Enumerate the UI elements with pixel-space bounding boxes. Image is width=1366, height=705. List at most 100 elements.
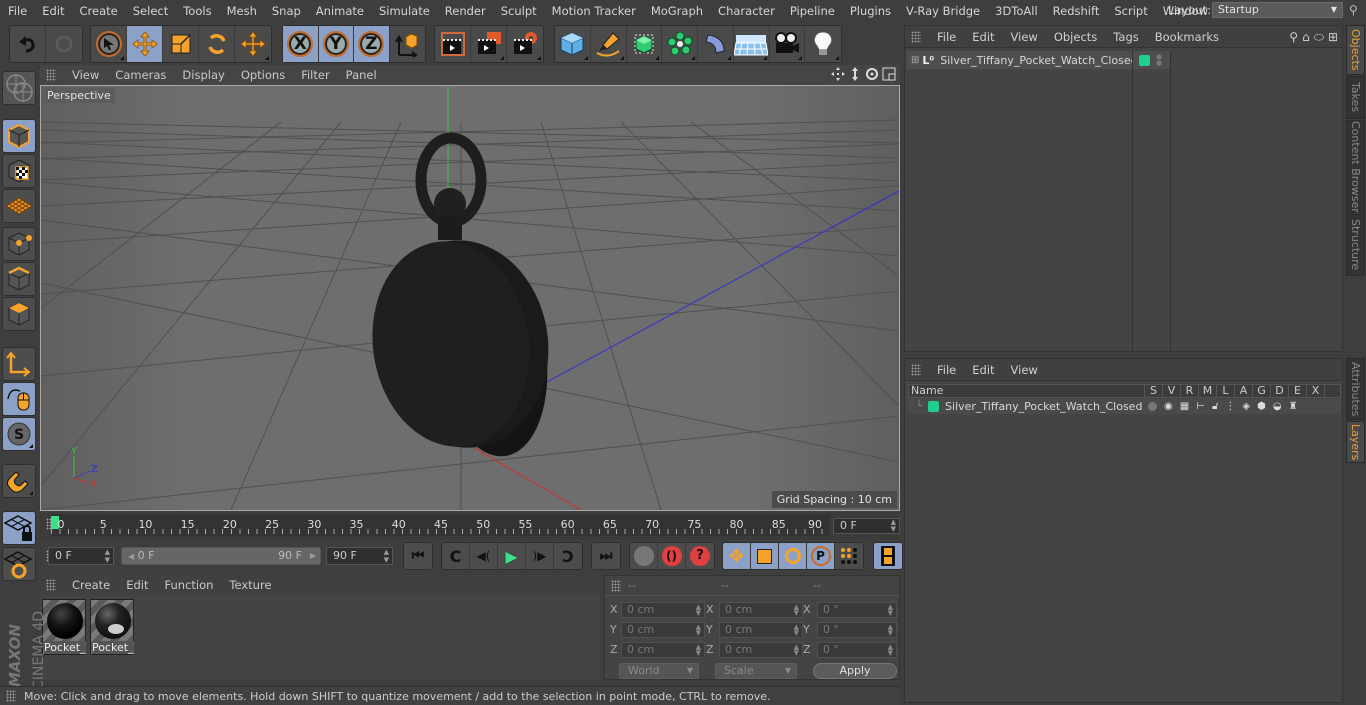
rotate-button[interactable] (199, 26, 235, 62)
status-grip-icon[interactable] (6, 690, 16, 702)
cube-button[interactable] (555, 26, 591, 62)
polygons-mode-button[interactable] (2, 297, 36, 331)
size-z-field[interactable]: 0 cm ▲ ▼ (719, 642, 803, 658)
workplane-mode-button[interactable] (2, 189, 36, 223)
tab-layers[interactable]: Layers (1346, 421, 1365, 463)
objects-menu-tags[interactable]: Tags (1105, 30, 1146, 44)
viewport-menu-cameras[interactable]: Cameras (107, 68, 174, 82)
xref-icon[interactable]: ♜ (1289, 401, 1298, 412)
z-axis-lock-button[interactable]: Z (354, 26, 390, 62)
column-expressions[interactable]: E (1289, 385, 1307, 397)
column-render[interactable]: R (1181, 385, 1199, 397)
menu-tools[interactable]: Tools (175, 0, 218, 22)
spinner-icon[interactable]: ▲ ▼ (794, 644, 799, 657)
transform-mode-dropdown[interactable]: Scale ▼ (715, 663, 797, 679)
viewport-menu-view[interactable]: View (64, 68, 107, 82)
layers-grip-icon[interactable] (911, 363, 921, 376)
axis-mode-button[interactable] (2, 347, 36, 381)
objects-grip-icon[interactable] (911, 30, 921, 43)
position-x-field[interactable]: 0 cm ▲ ▼ (621, 602, 705, 618)
search-icon[interactable]: ⚲ (1349, 3, 1358, 17)
spinner-icon[interactable]: ▲ ▼ (888, 624, 893, 637)
rotation-z-field[interactable]: 0 ° ▲ ▼ (817, 642, 897, 658)
scale-button[interactable] (163, 26, 199, 62)
object-row[interactable]: ⊞ L⁰ Silver_Tiffany_Pocket_Watch_Closed (907, 51, 1138, 69)
rotate-view-icon[interactable] (865, 67, 879, 81)
coordinate-mode-dropdown[interactable]: World ▼ (619, 663, 699, 679)
expand-icon[interactable]: ⊞ (911, 55, 919, 66)
menu-mesh[interactable]: Mesh (219, 0, 264, 22)
column-xref[interactable]: X (1307, 385, 1325, 397)
texture-mode-button[interactable] (2, 154, 36, 188)
cloner-button[interactable] (662, 26, 698, 62)
layer-name[interactable]: Silver_Tiffany_Pocket_Watch_Closed (945, 400, 1148, 413)
coordinates-grip-icon[interactable] (611, 579, 621, 592)
column-locked[interactable]: L (1217, 385, 1235, 397)
render-settings-button[interactable] (507, 26, 543, 62)
solo-toggle-icon[interactable] (1148, 402, 1158, 411)
next-key-button[interactable]: Ɔ (554, 543, 582, 569)
menu-file[interactable]: File (0, 0, 34, 22)
range-right-arrow-icon[interactable]: ▶ (310, 548, 316, 564)
objects-menu-view[interactable]: View (1003, 30, 1046, 44)
render-clapper-icon[interactable]: ▦ (1180, 401, 1189, 412)
view-eye-icon[interactable]: ◉ (1164, 401, 1173, 412)
workplane-lock-button[interactable] (2, 511, 36, 545)
live-selection-button[interactable] (91, 26, 127, 62)
menu-create[interactable]: Create (72, 0, 125, 22)
go-to-end-button[interactable]: ⏭ (592, 543, 620, 569)
size-x-field[interactable]: 0 cm ▲ ▼ (719, 602, 803, 618)
coordinate-system-button[interactable] (390, 26, 425, 62)
object-name[interactable]: Silver_Tiffany_Pocket_Watch_Closed (940, 54, 1137, 67)
workplane-rotate-button[interactable] (2, 547, 36, 581)
viewport-menu-filter[interactable]: Filter (293, 68, 337, 82)
column-name[interactable]: Name (909, 385, 1145, 397)
layout-dropdown[interactable]: Startup ▼ (1212, 2, 1343, 18)
menu-motion-tracker[interactable]: Motion Tracker (544, 0, 643, 22)
toggle-layout-icon[interactable] (882, 67, 896, 81)
material-item[interactable]: Pocket_\ (90, 599, 134, 655)
apply-button[interactable]: Apply (813, 663, 897, 679)
layers-menu-view[interactable]: View (1003, 363, 1046, 377)
position-y-field[interactable]: 0 cm ▲ ▼ (621, 622, 705, 638)
generator-icon[interactable]: ◈ (1242, 401, 1250, 412)
material-menu-texture[interactable]: Texture (221, 578, 279, 592)
material-item[interactable]: Pocket_\ (42, 599, 86, 655)
objects-menu-file[interactable]: File (929, 30, 964, 44)
search-icon[interactable]: ⚲ (1289, 30, 1298, 45)
objects-menu-objects[interactable]: Objects (1046, 30, 1105, 44)
move-button[interactable] (127, 26, 163, 62)
layer-color-swatch[interactable] (928, 401, 940, 412)
menu-pipeline[interactable]: Pipeline (782, 0, 842, 22)
render-view-button[interactable] (435, 26, 471, 62)
model-mode-button[interactable] (2, 119, 36, 153)
menu-sculpt[interactable]: Sculpt (493, 0, 544, 22)
visibility-dots-icon[interactable]: ● ● (1156, 54, 1162, 67)
tab-takes[interactable]: Takes (1346, 76, 1365, 119)
menu-render[interactable]: Render (437, 0, 493, 22)
key-pla-button[interactable] (835, 543, 863, 569)
spinner-icon[interactable]: ▲ ▼ (794, 624, 799, 637)
tweak-mode-button[interactable] (2, 382, 36, 416)
floor-button[interactable] (734, 26, 770, 62)
recent-tool-button[interactable] (235, 26, 271, 62)
camera-label[interactable]: Perspective (43, 88, 115, 103)
material-menu-edit[interactable]: Edit (118, 578, 156, 592)
prev-frame-button[interactable]: ◀( (470, 543, 498, 569)
play-button[interactable]: ▶ (498, 543, 526, 569)
spinner-icon[interactable]: ▲ ▼ (891, 519, 896, 533)
tab-structure[interactable]: Structure (1346, 214, 1365, 276)
prev-key-button[interactable]: C (442, 543, 470, 569)
timeline-window-button[interactable] (874, 543, 902, 569)
deformer-button[interactable] (698, 26, 734, 62)
next-frame-button[interactable]: )▶ (526, 543, 554, 569)
zoom-view-icon[interactable] (848, 67, 862, 81)
menu-character[interactable]: Character (710, 0, 782, 22)
rotation-x-field[interactable]: 0 ° ▲ ▼ (817, 602, 897, 618)
key-scale-button[interactable] (751, 543, 779, 569)
column-solo[interactable]: S (1145, 385, 1163, 397)
subdivision-button[interactable] (627, 26, 663, 62)
deformer-icon[interactable]: ⬢ (1257, 401, 1266, 412)
menu-redshift[interactable]: Redshift (1045, 0, 1107, 22)
menu-snap[interactable]: Snap (264, 0, 308, 22)
